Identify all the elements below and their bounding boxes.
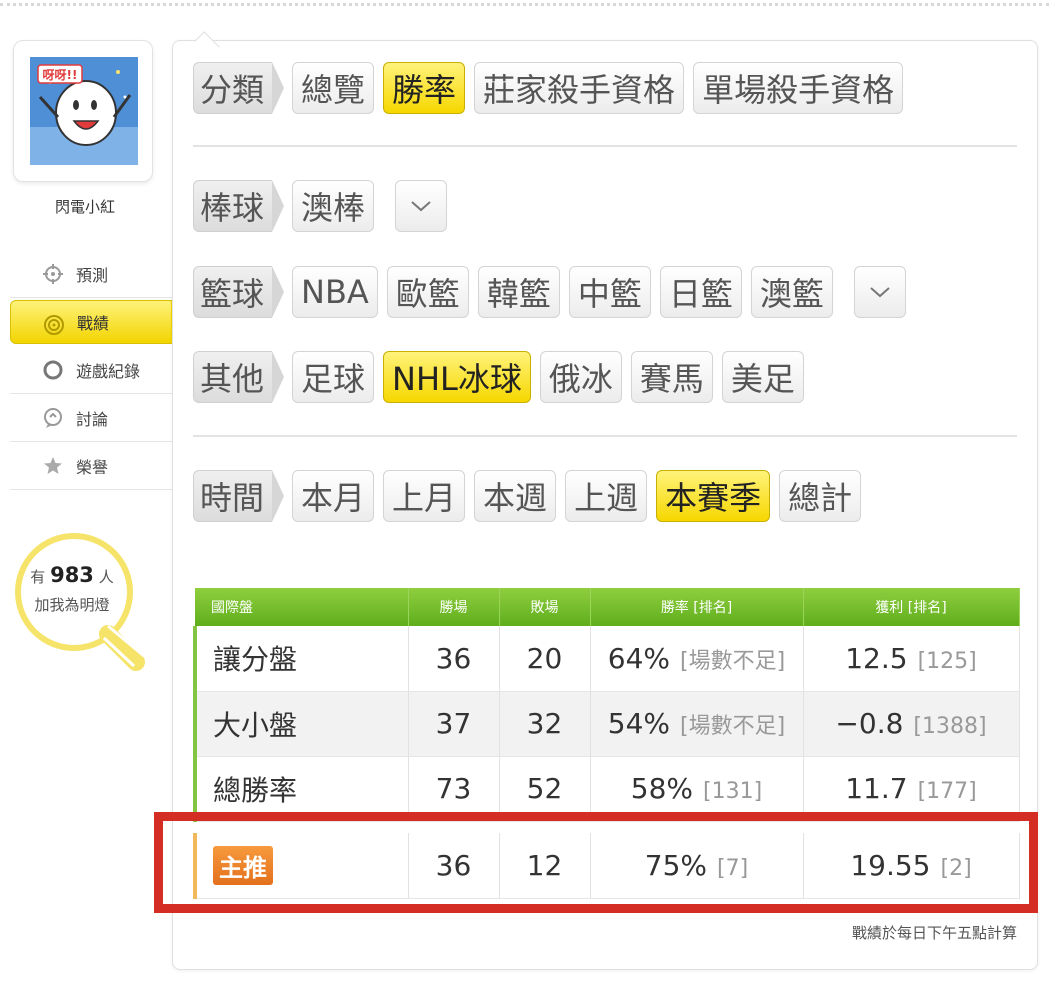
- avatar[interactable]: 呀呀!!: [13, 40, 153, 182]
- profit-value: 12.5: [845, 641, 908, 675]
- crosshair-icon: [43, 264, 63, 284]
- nav-label: 榮譽: [76, 457, 109, 477]
- username: 閃電小紅: [54, 198, 115, 216]
- league-aus-basketball[interactable]: 澳籃: [750, 266, 833, 318]
- nav-item-discussion[interactable]: 討論: [10, 394, 172, 442]
- profit-rank: [125]: [917, 648, 977, 674]
- filter-row-category: 分類 總覽 勝率 莊家殺手資格 單場殺手資格: [193, 62, 904, 114]
- nav-item-record[interactable]: 戰績: [10, 300, 185, 344]
- filter-label-other: 其他: [193, 351, 285, 403]
- divider: [193, 145, 1017, 147]
- highlight-box: [154, 812, 1038, 913]
- league-china-basketball[interactable]: 中籃: [568, 266, 651, 318]
- nav-item-honor[interactable]: 榮譽: [10, 442, 172, 490]
- chevron-down-icon: [870, 287, 890, 298]
- league-aus-baseball[interactable]: 澳棒: [292, 180, 375, 232]
- table-row: 讓分盤 36 20 64% [場數不足] 12.5 [125]: [193, 626, 1020, 692]
- time-this-month[interactable]: 本月: [292, 470, 375, 522]
- col-header-losses: 敗場: [499, 588, 591, 626]
- cell-win-rate: 64% [場數不足]: [590, 626, 804, 692]
- chat-icon: [44, 408, 62, 428]
- time-this-season[interactable]: 本賽季: [656, 470, 771, 522]
- col-header-wins: 勝場: [408, 588, 500, 626]
- tab-single-game-killer[interactable]: 單場殺手資格: [693, 62, 904, 114]
- cell-wins: 36: [408, 626, 500, 692]
- record-footnote: 戰績於每日下午五點計算: [851, 924, 1017, 942]
- filter-label-time: 時間: [193, 470, 285, 522]
- cell-type: 大小盤: [193, 691, 409, 757]
- medal-icon: [44, 457, 62, 474]
- nav-label: 遊戲紀錄: [76, 361, 141, 381]
- cell-win-rate: 54% [場數不足]: [590, 691, 804, 757]
- win-rate-value: 54%: [607, 707, 671, 740]
- avatar-image: 呀呀!!: [30, 57, 138, 165]
- col-header-win-rate: 勝率 [排名]: [590, 588, 804, 626]
- league-euro-basketball[interactable]: 歐籃: [386, 266, 469, 318]
- time-last-month[interactable]: 上月: [383, 470, 466, 522]
- win-rate-value: 64%: [607, 641, 671, 675]
- table-row: 大小盤 37 32 54% [場數不足] −0.8 [1388]: [193, 691, 1020, 757]
- circle-icon: [43, 360, 63, 380]
- win-rate-rank: [場數不足]: [680, 714, 786, 739]
- profit-value: 11.7: [845, 772, 908, 805]
- filter-label-category: 分類: [193, 62, 285, 114]
- divider: [193, 435, 1017, 437]
- nav-item-game-log[interactable]: 遊戲紀錄: [10, 346, 172, 394]
- win-rate-value: 58%: [630, 772, 694, 805]
- fans-suffix: 人: [98, 568, 114, 586]
- col-header-type: 國際盤: [195, 588, 409, 626]
- league-nba[interactable]: NBA: [292, 266, 378, 318]
- time-this-week[interactable]: 本週: [474, 470, 557, 522]
- league-horse-racing[interactable]: 賽馬: [630, 351, 713, 403]
- nav-label: 戰績: [77, 314, 110, 333]
- nav-label: 預測: [76, 265, 109, 285]
- cell-profit: 12.5 [125]: [803, 626, 1020, 692]
- time-last-week[interactable]: 上週: [565, 470, 648, 522]
- tab-overview[interactable]: 總覽: [292, 62, 375, 114]
- tab-bookmaker-killer[interactable]: 莊家殺手資格: [474, 62, 685, 114]
- league-korea-basketball[interactable]: 韓籃: [477, 266, 560, 318]
- profit-value: −0.8: [835, 707, 904, 740]
- league-nhl-hockey[interactable]: NHL冰球: [383, 351, 531, 403]
- filter-row-basketball: 籃球 NBA 歐籃 韓籃 中籃 日籃 澳籃: [193, 266, 906, 318]
- time-total[interactable]: 總計: [779, 470, 862, 522]
- tab-win-rate[interactable]: 勝率: [383, 62, 466, 114]
- target-icon: [44, 315, 64, 335]
- col-header-profit: 獲利 [排名]: [803, 588, 1020, 626]
- filter-row-baseball: 棒球 澳棒: [193, 180, 448, 232]
- filter-label-basketball: 籃球: [193, 266, 285, 318]
- league-soccer[interactable]: 足球: [292, 351, 375, 403]
- filter-row-time: 時間 本月 上月 本週 上週 本賽季 總計: [193, 470, 862, 522]
- cell-type: 讓分盤: [193, 626, 409, 692]
- league-american-football[interactable]: 美足: [721, 351, 804, 403]
- nav-item-predict[interactable]: 預測: [10, 250, 172, 298]
- league-japan-basketball[interactable]: 日籃: [659, 266, 742, 318]
- cell-losses: 32: [499, 691, 591, 757]
- profit-rank: [1388]: [913, 714, 987, 739]
- fans-prefix: 有: [30, 568, 46, 586]
- table-header-row: 國際盤 勝場 敗場 勝率 [排名] 獲利 [排名]: [195, 588, 1020, 626]
- expand-baseball-button[interactable]: [395, 180, 448, 232]
- expand-basketball-button[interactable]: [853, 266, 906, 318]
- cell-profit: −0.8 [1388]: [803, 691, 1020, 757]
- nav-label: 討論: [76, 409, 109, 429]
- win-rate-rank: [場數不足]: [680, 648, 786, 674]
- league-russia-hockey[interactable]: 俄冰: [539, 351, 622, 403]
- cell-wins: 37: [408, 691, 500, 757]
- sidebar-nav: 預測 戰績 遊戲紀錄 討論 榮譽: [10, 250, 185, 490]
- sidebar: 呀呀!! 閃電小紅 預測 戰績 遊戲紀錄 討論 榮譽 有 983 人 加我為明燈: [0, 0, 185, 1000]
- profit-rank: [177]: [917, 779, 977, 804]
- win-rate-rank: [131]: [703, 779, 763, 804]
- avatar-caption: 呀呀!!: [43, 68, 78, 82]
- filter-row-other: 其他 足球 NHL冰球 俄冰 賽馬 美足: [193, 351, 804, 403]
- add-as-light-link[interactable]: 加我為明燈: [12, 594, 132, 615]
- chevron-down-icon: [411, 201, 431, 212]
- cell-losses: 20: [499, 626, 591, 692]
- filter-label-baseball: 棒球: [193, 180, 285, 232]
- fans-count: 983: [50, 563, 94, 587]
- fans-count-line: 有 983 人: [12, 563, 132, 587]
